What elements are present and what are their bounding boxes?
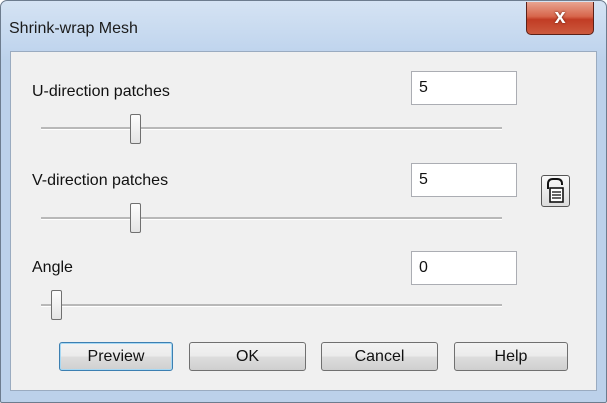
u-patches-slider-thumb[interactable] [130,114,141,144]
angle-slider-thumb[interactable] [51,290,62,320]
v-patches-label: V-direction patches [32,172,169,189]
lock-icon [547,178,564,203]
preview-button[interactable]: Preview [59,342,173,371]
close-icon: x [554,5,566,28]
v-patches-slider-track[interactable] [41,217,502,220]
angle-slider-track[interactable] [41,304,502,307]
dialog-body: U-direction patches 5 V-direction patche… [10,51,597,391]
v-patches-input[interactable]: 5 [411,163,517,197]
angle-input[interactable]: 0 [411,251,517,285]
help-button[interactable]: Help [454,342,568,371]
v-patches-slider-thumb[interactable] [130,203,141,233]
u-patches-input[interactable]: 5 [411,71,517,105]
dialog-window: Shrink-wrap Mesh x U-direction patches 5… [0,0,607,403]
u-patches-slider-track[interactable] [41,127,502,130]
u-patches-label: U-direction patches [32,83,170,100]
ok-button[interactable]: OK [189,342,306,371]
close-button[interactable]: x [526,2,594,35]
title-bar[interactable]: Shrink-wrap Mesh x [1,1,606,51]
cancel-button[interactable]: Cancel [321,342,438,371]
window-title: Shrink-wrap Mesh [9,20,138,37]
lock-button[interactable] [541,175,570,207]
angle-label: Angle [32,259,73,276]
